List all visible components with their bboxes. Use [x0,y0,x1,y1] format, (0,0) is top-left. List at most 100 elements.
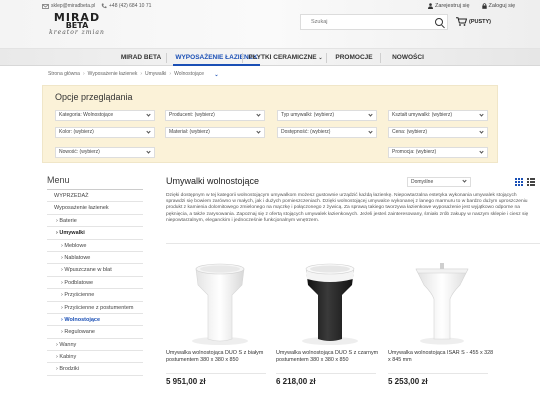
search-box [300,14,448,30]
logo-tagline: kreator zmian [49,29,105,36]
chevron-down-icon [256,129,261,134]
divider [276,373,376,374]
washbasin-white-image [192,263,248,345]
chevron-down-icon: ⌄ [214,72,219,78]
sidebar-item-przyscienne[interactable]: › Przyścienne [47,289,143,302]
sidebar-item-label: Umywalki [59,230,85,237]
chevron-down-icon [146,129,151,134]
filter-panel-title: Opcje przeglądania [55,92,133,102]
sidebar-item-wolnostojace[interactable]: › Wolnostojące [47,314,143,327]
product-card[interactable]: Umywalka wolnostojąca ISAR S - 455 x 328… [388,255,496,386]
sidebar-item-label: Baterie [59,217,77,224]
breadcrumb-item[interactable]: Strona główna [48,71,80,77]
filter-label: Cena: (wybierz) [392,129,428,135]
nav-item-plytki[interactable]: PŁYTKI CERAMICZNE ⌄ [248,49,323,66]
site-header: MIRAD BETA kreator zmian sklep@miradbeta… [0,0,540,49]
sidebar-title: Menu [47,175,143,190]
filter-nowosc[interactable]: Nowość: (wybierz) [55,147,155,158]
search-icon[interactable] [435,18,443,26]
product-image[interactable] [388,255,496,347]
nav-divider [242,53,243,63]
chevron-down-icon [368,112,373,117]
filter-promocja[interactable]: Promocja: (wybierz) [388,147,488,158]
product-price: 5 951,00 zł [166,377,206,386]
filter-label: Nowość: (wybierz) [59,149,100,155]
sidebar-item-brodziki[interactable]: › Brodziki [47,363,143,376]
product-card[interactable]: Umywalka wolnostojąca DUO S z czarnym po… [276,255,384,386]
grid-view-icon[interactable] [515,178,523,186]
sidebar-item-nablatowe[interactable]: › Nablatowe [47,252,143,265]
login-link[interactable]: Zaloguj się [481,3,515,9]
sidebar-item-wyprzedaz[interactable]: WYPRZEDAŻ [47,190,143,203]
chevron-down-icon [479,129,484,134]
nav-item-nowosci[interactable]: NOWOŚCI [384,49,432,66]
breadcrumb-item[interactable]: Umywalki [145,71,166,77]
sidebar-item-baterie[interactable]: › Baterie [47,215,143,228]
sidebar-item-wanny[interactable]: › Wanny [47,339,143,352]
sort-select[interactable]: Domyślne [407,177,471,187]
filter-dostepnosc[interactable]: Dostępność: (wybierz) [277,127,377,138]
email-text: sklep@miradbeta.pl [51,3,96,9]
product-name[interactable]: Umywalka wolnostojąca DUO S z białym pos… [166,350,272,364]
product-name[interactable]: Umywalka wolnostojąca ISAR S - 455 x 328… [388,350,494,364]
filter-label: Dostępność: (wybierz) [281,129,331,135]
filter-panel: Opcje przeglądania Kategoria: Wolnostoją… [42,85,498,163]
breadcrumb-current: Wolnostojące [174,71,205,77]
sidebar-item-przyscienne-postument[interactable]: › Przyścienne z postumentem [47,302,143,314]
product-card[interactable]: Umywalka wolnostojąca DUO S z białym pos… [166,255,274,386]
divider [388,373,488,374]
nav-divider [326,53,327,63]
page-title: Umywalki wolnostojące [166,176,260,186]
search-input[interactable] [301,15,429,29]
chevron-down-icon [368,129,373,134]
list-view-icon[interactable] [527,178,535,186]
nav-item-promocje[interactable]: PROMOCJE [330,49,378,66]
site-logo[interactable]: MIRAD BETA kreator zmian [46,12,108,36]
filter-label: Typ umywalki: (wybierz) [281,112,335,118]
lock-icon [481,3,487,9]
product-price: 5 253,00 zł [388,377,428,386]
filter-label: Promocja: (wybierz) [392,149,437,155]
filter-typ-umywalki[interactable]: Typ umywalki: (wybierz) [277,110,377,121]
sidebar-item-wpuszczane[interactable]: › Wpuszczane w blat [47,264,143,277]
cart-status: (PUSTY) [469,18,491,25]
cart-button[interactable]: (PUSTY) [456,17,491,26]
filter-material[interactable]: Materiał: (wybierz) [165,127,265,138]
cart-icon [456,17,467,26]
register-label: Zarejestruj się [435,3,470,9]
breadcrumb-item[interactable]: Wyposażenie łazienek [88,71,138,77]
filter-kolor[interactable]: Kolor: (wybierz) [55,127,155,138]
filter-ksztalt[interactable]: Kształt umywalki: (wybierz) [388,110,488,121]
phone-contact[interactable]: +48 (42) 684 10 71 [101,3,151,9]
nav-item-wyposazenie[interactable]: WYPOSAŻENIE ŁAZIENEK ⌄ [173,49,260,78]
sidebar-item-label: Kabiny [59,354,77,361]
washbasin-isar-image [415,263,469,345]
nav-item-mirad-beta[interactable]: MIRAD BETA [116,49,166,66]
sidebar-item-label: Meblowe [64,242,87,249]
category-sidebar: Menu WYPRZEDAŻ Wyposażenie łazienek › Ba… [47,175,143,376]
product-image[interactable] [276,255,384,347]
sidebar-item-label: Wpuszczane w blat [64,267,112,274]
product-price: 6 218,00 zł [276,377,316,386]
email-contact[interactable]: sklep@miradbeta.pl [42,3,95,9]
filter-label: Kategoria: Wolnostojące [59,112,114,118]
nav-divider [166,53,167,63]
register-link[interactable]: Zarejestruj się [428,3,470,9]
sidebar-item-podblatowe[interactable]: › Podblatowe [47,277,143,290]
sidebar-item-kabiny[interactable]: › Kabiny [47,351,143,364]
sidebar-item-wyposazenie[interactable]: Wyposażenie łazienek [47,202,143,215]
sidebar-item-umywalki[interactable]: › Umywalki [47,227,143,240]
user-icon [428,3,433,9]
breadcrumb-separator: › [140,71,143,77]
sidebar-item-label: Przyścienne [64,292,95,299]
sidebar-item-label: Przyścienne z postumentem [64,304,134,311]
chevron-down-icon [146,149,151,154]
filter-producent[interactable]: Producent: (wybierz) [165,110,265,121]
filter-cena[interactable]: Cena: (wybierz) [388,127,488,138]
filter-kategoria[interactable]: Kategoria: Wolnostojące [55,110,155,121]
product-name[interactable]: Umywalka wolnostojąca DUO S z czarnym po… [276,350,382,364]
sidebar-item-regulowane[interactable]: › Regulowane [47,326,143,339]
product-image[interactable] [166,255,274,347]
sidebar-item-meblowe[interactable]: › Meblowe [47,240,143,252]
chevron-down-icon [462,178,467,183]
